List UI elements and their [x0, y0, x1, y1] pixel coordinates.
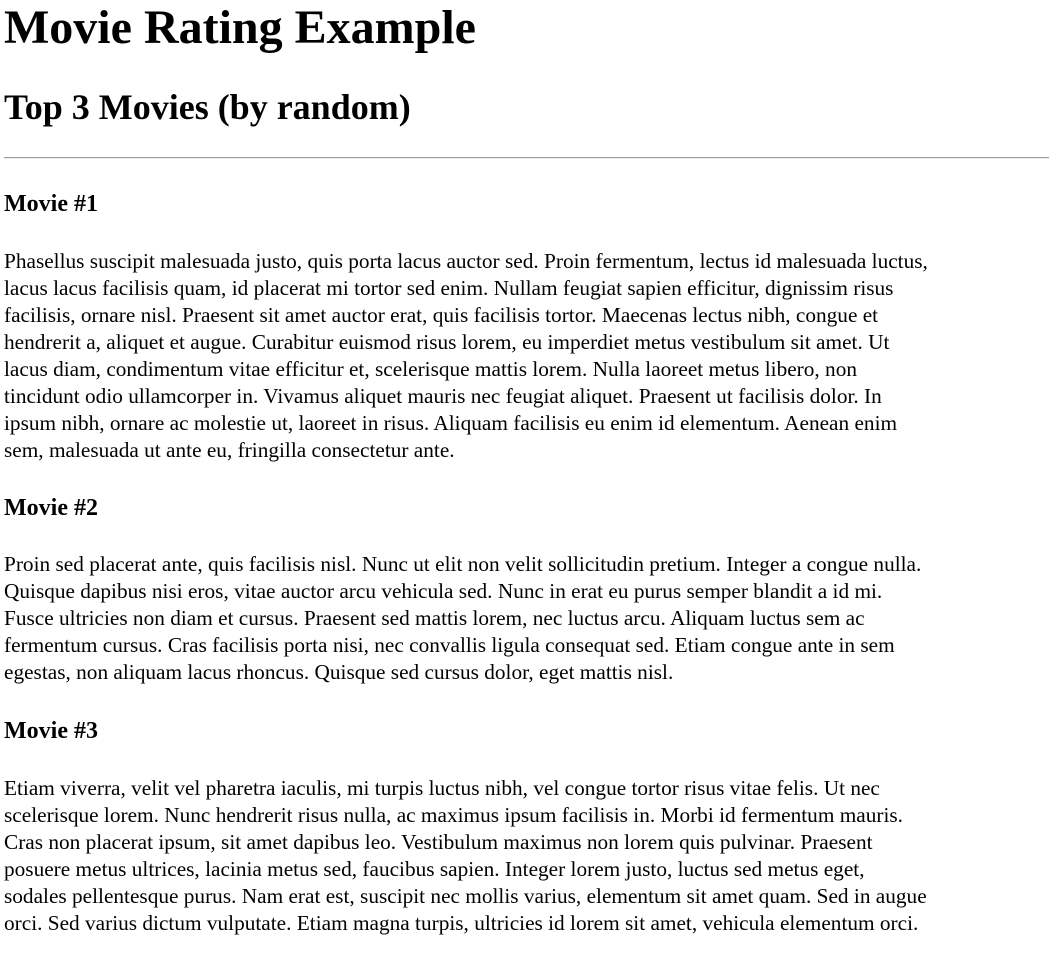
divider	[4, 157, 1049, 159]
movie-3-description: Etiam viverra, velit vel pharetra iaculi…	[4, 775, 1052, 937]
movie-1-line: lacus diam, condimentum vitae efficitur …	[4, 357, 857, 381]
movie-1-line: ipsum nibh, ornare ac molestie ut, laore…	[4, 411, 898, 435]
page-subtitle: Top 3 Movies (by random)	[4, 87, 411, 127]
movie-3-line: posuere metus ultrices, lacinia metus se…	[4, 857, 865, 881]
movie-2-description: Proin sed placerat ante, quis facilisis …	[4, 551, 1052, 686]
movie-1-line: facilisis, ornare nisl. Praesent sit ame…	[4, 303, 879, 327]
movie-3-line: orci. Sed varius dictum vulputate. Etiam…	[4, 911, 919, 935]
movie-2-line: Quisque dapibus nisi eros, vitae auctor …	[4, 579, 883, 603]
page-title: Movie Rating Example	[4, 1, 476, 54]
movie-1-heading: Movie #1	[4, 191, 98, 217]
movie-3-heading: Movie #3	[4, 718, 98, 744]
movie-1-line: Phasellus suscipit malesuada justo, quis…	[4, 249, 928, 273]
movie-3-line: Etiam viverra, velit vel pharetra iaculi…	[4, 776, 880, 800]
movie-2-line: Fusce ultricies non diam et cursus. Prae…	[4, 606, 865, 630]
movie-2-line: egestas, non aliquam lacus rhoncus. Quis…	[4, 660, 674, 684]
movie-1-description: Phasellus suscipit malesuada justo, quis…	[4, 248, 1052, 464]
movie-2-heading: Movie #2	[4, 495, 98, 521]
movie-1-line: hendrerit a, aliquet et augue. Curabitur…	[4, 330, 890, 354]
movie-3-line: sodales pellentesque purus. Nam erat est…	[4, 884, 927, 908]
movie-1-line: sem, malesuada ut ante eu, fringilla con…	[4, 438, 455, 462]
movie-2-line: Proin sed placerat ante, quis facilisis …	[4, 552, 922, 576]
movie-2-line: fermentum cursus. Cras facilisis porta n…	[4, 633, 895, 657]
movie-1-line: tincidunt odio ullamcorper in. Vivamus a…	[4, 384, 882, 408]
movie-1-line: lacus lacus facilisis quam, id placerat …	[4, 276, 894, 300]
movie-3-line: Cras non placerat ipsum, sit amet dapibu…	[4, 830, 873, 854]
page: Movie Rating Example Top 3 Movies (by ra…	[0, 0, 1057, 960]
movie-3-line: scelerisque lorem. Nunc hendrerit risus …	[4, 803, 904, 827]
